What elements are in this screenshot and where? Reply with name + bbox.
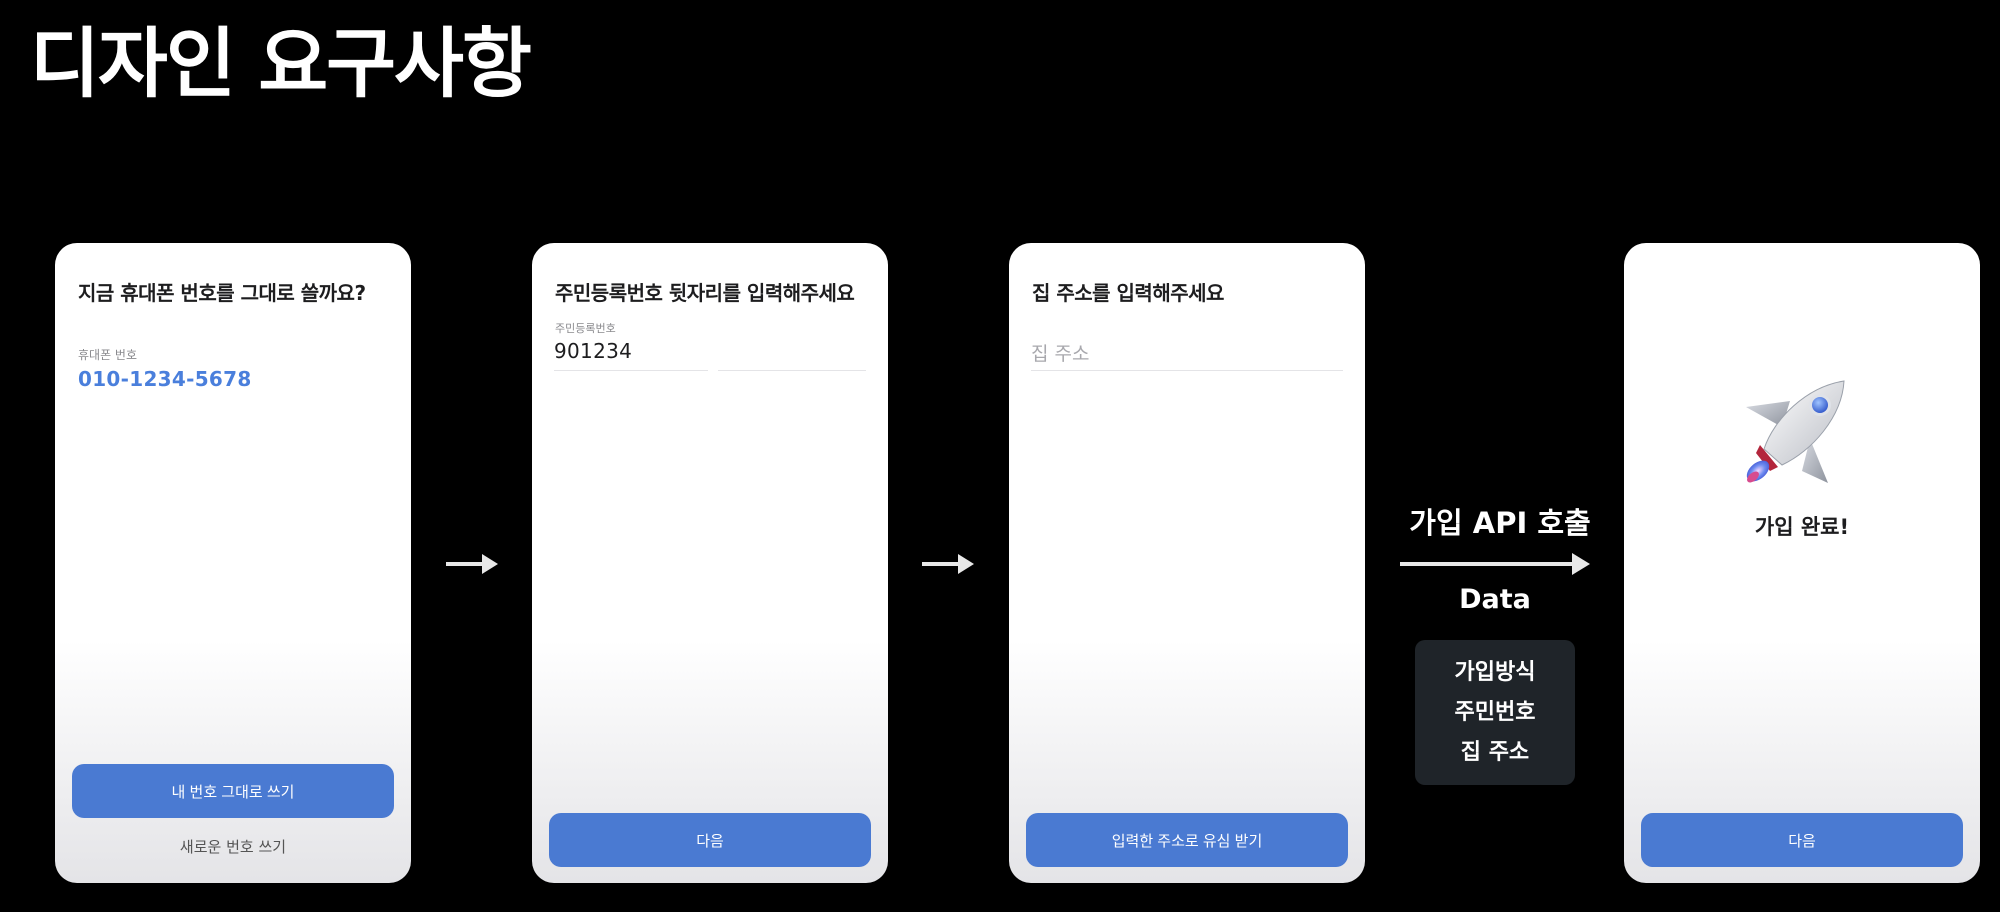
use-new-number-button[interactable]: 새로운 번호 쓰기 <box>55 836 411 857</box>
data-box: 가입방식 주민번호 집 주소 <box>1415 640 1575 785</box>
phone-screen-address: 집 주소를 입력해주세요 집 주소 입력한 주소로 유심 받기 <box>1009 243 1365 883</box>
signup-complete-text: 가입 완료! <box>1754 515 1850 539</box>
data-item: 주민번호 <box>1454 699 1536 725</box>
phone-screen-phone-number: 지금 휴대폰 번호를 그대로 쓸까요? 휴대폰 번호 010-1234-5678… <box>55 243 411 883</box>
next-button[interactable]: 다음 <box>549 813 871 867</box>
phone-screen-complete: 가입 완료! 다음 <box>1624 243 1980 883</box>
resident-number-input[interactable]: 901234 <box>554 339 632 363</box>
input-underline-back <box>718 370 866 371</box>
right-arrow-icon <box>446 552 498 576</box>
use-my-number-button[interactable]: 내 번호 그대로 쓰기 <box>72 764 394 818</box>
screen-title: 집 주소를 입력해주세요 <box>1032 281 1224 305</box>
screen-title: 주민등록번호 뒷자리를 입력해주세요 <box>555 281 855 305</box>
resident-number-label: 주민등록번호 <box>555 322 616 335</box>
api-call-label: 가입 API 호출 <box>1409 506 1591 540</box>
address-input-underline <box>1031 370 1343 371</box>
receive-usim-button[interactable]: 입력한 주소로 유심 받기 <box>1026 813 1348 867</box>
phone-number-value[interactable]: 010-1234-5678 <box>78 367 252 391</box>
phone-screen-resident-number: 주민등록번호 뒷자리를 입력해주세요 주민등록번호 901234 다음 <box>532 243 888 883</box>
page-title: 디자인 요구사항 <box>30 19 532 108</box>
next-button[interactable]: 다음 <box>1641 813 1963 867</box>
phone-field-label: 휴대폰 번호 <box>78 348 138 362</box>
data-label: Data <box>1459 584 1531 615</box>
data-item: 집 주소 <box>1460 739 1530 765</box>
data-item: 가입방식 <box>1454 659 1536 685</box>
input-underline-front <box>554 370 708 371</box>
rocket-icon <box>1746 380 1845 483</box>
screen-title: 지금 휴대폰 번호를 그대로 쓸까요? <box>78 281 366 305</box>
right-arrow-icon <box>1400 551 1590 577</box>
address-input[interactable]: 집 주소 <box>1031 339 1089 366</box>
right-arrow-icon <box>922 552 974 576</box>
slide: 디자인 요구사항 지금 휴대폰 번호를 그대로 쓸까요? 휴대폰 번호 010-… <box>0 0 2000 912</box>
